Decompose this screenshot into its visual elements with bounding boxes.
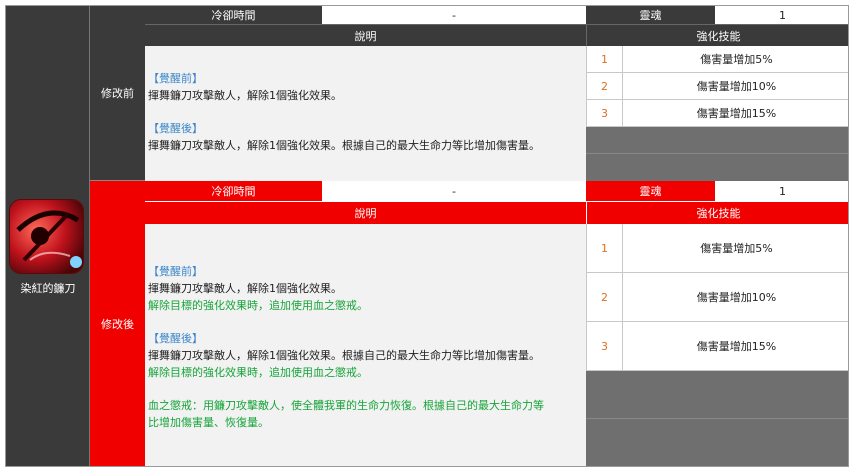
cooldown-value: - bbox=[322, 6, 586, 24]
description-after: 【覺醒前】 揮舞鐮刀攻擊敵人，解除1個強化效果。 解除目標的強化效果時，追加使用… bbox=[145, 224, 586, 466]
enhance-text: 傷害量增加10% bbox=[622, 273, 848, 322]
enhance-num: 1 bbox=[586, 224, 622, 273]
skill-name: 染紅的鐮刀 bbox=[20, 282, 76, 295]
enhance-header: 強化技能 bbox=[586, 201, 848, 224]
desc-line: 揮舞鐮刀攻擊敵人，解除1個強化效果。根據自己的最大生命力等比增加傷害量。 bbox=[148, 349, 540, 362]
enhance-text: 傷害量增加5% bbox=[622, 46, 848, 73]
skill-comparison-table: 染紅的鐮刀 修改前 修改後 冷卻時間 - 靈魂 1 說明 強化技能 【覺醒前】 … bbox=[5, 5, 849, 467]
empty-cell bbox=[586, 371, 848, 419]
empty-cell bbox=[586, 419, 848, 466]
enhance-text: 傷害量增加15% bbox=[622, 100, 848, 127]
soul-value: 1 bbox=[715, 181, 848, 201]
cooldown-header: 冷卻時間 bbox=[145, 181, 322, 201]
empty-cell bbox=[586, 154, 848, 181]
enhance-text: 傷害量增加5% bbox=[622, 224, 848, 273]
description-header: 說明 bbox=[145, 201, 586, 224]
cooldown-value: - bbox=[322, 181, 586, 201]
soul-value: 1 bbox=[715, 6, 848, 24]
desc-added-line: 解除目標的強化效果時，追加使用血之懲戒。 bbox=[148, 366, 368, 379]
soul-header: 靈魂 bbox=[586, 181, 715, 201]
awaken-after-tag: 【覺醒後】 bbox=[148, 122, 203, 135]
enhance-num: 1 bbox=[586, 46, 622, 73]
enhance-num: 3 bbox=[586, 100, 622, 127]
desc-added-line: 解除目標的強化效果時，追加使用血之懲戒。 bbox=[148, 299, 368, 312]
skill-column: 染紅的鐮刀 bbox=[6, 6, 90, 466]
awaken-after-tag: 【覺醒後】 bbox=[148, 332, 203, 345]
blood-punish-note: 比增加傷害量、恢復量。 bbox=[148, 416, 269, 429]
soul-header: 靈魂 bbox=[586, 6, 715, 24]
empty-cell bbox=[586, 127, 848, 154]
before-label: 修改前 bbox=[90, 6, 145, 181]
enhance-header: 強化技能 bbox=[586, 24, 848, 46]
desc-line: 揮舞鐮刀攻擊敵人，解除1個強化效果。 bbox=[148, 282, 342, 295]
enhance-text: 傷害量增加15% bbox=[622, 322, 848, 371]
enhance-num: 2 bbox=[586, 73, 622, 100]
enhance-num: 2 bbox=[586, 273, 622, 322]
awaken-before-tag: 【覺醒前】 bbox=[148, 72, 203, 85]
description-before: 【覺醒前】 揮舞鐮刀攻擊敵人，解除1個強化效果。 【覺醒後】 揮舞鐮刀攻擊敵人，… bbox=[145, 46, 586, 181]
red-scythe-skill-icon bbox=[9, 199, 84, 274]
desc-line: 揮舞鐮刀攻擊敵人，解除1個強化效果。根據自己的最大生命力等比增加傷害量。 bbox=[148, 139, 540, 152]
description-header: 說明 bbox=[145, 24, 586, 46]
after-label: 修改後 bbox=[90, 181, 145, 466]
enhance-text: 傷害量增加10% bbox=[622, 73, 848, 100]
desc-line: 揮舞鐮刀攻擊敵人，解除1個強化效果。 bbox=[148, 89, 342, 102]
blood-punish-note: 血之懲戒：用鐮刀攻擊敵人，使全體我軍的生命力恢復。根據自己的最大生命力等 bbox=[148, 399, 544, 412]
awaken-before-tag: 【覺醒前】 bbox=[148, 265, 203, 278]
cooldown-header: 冷卻時間 bbox=[145, 6, 322, 24]
enhance-num: 3 bbox=[586, 322, 622, 371]
